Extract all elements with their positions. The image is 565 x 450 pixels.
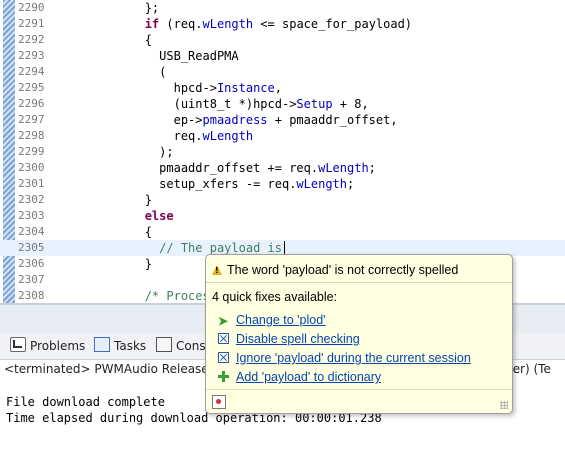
line-number: 2298 [18,129,45,142]
code-text: ); [58,145,174,159]
resize-grip-icon[interactable] [500,401,508,409]
line-number: 2294 [18,65,45,78]
code-line[interactable]: 2294 ( [0,64,565,80]
tab-problems[interactable]: Problems [10,337,85,355]
add-icon [218,371,229,382]
line-number: 2302 [18,193,45,206]
code-line[interactable]: 2300 pmaaddr_offset += req.wLength; [0,160,565,176]
line-number: 2308 [18,289,45,302]
code-line[interactable]: 2304 { [0,224,565,240]
code-text: ( [58,65,167,79]
fix-ignore-link[interactable]: Ignore 'payload' during the current sess… [236,351,471,365]
code-text: (uint8_t *)hpcd->Setup + 8, [58,97,369,111]
code-text: USB_ReadPMA [58,49,239,63]
code-text: ep->pmaadress + pmaaddr_offset, [58,113,398,127]
code-text: { [58,33,152,47]
code-text: /* Proces [144,289,210,303]
code-line[interactable]: 2293 USB_ReadPMA [0,48,565,64]
line-number: 2296 [18,97,45,110]
ignore-icon [218,352,229,363]
code-line[interactable]: 2296 (uint8_t *)hpcd->Setup + 8, [0,96,565,112]
code-line[interactable]: 2302 } [0,192,565,208]
code-text: else [144,209,174,223]
line-number: 2304 [18,225,45,238]
quick-fix-count: 4 quick fixes available: [212,290,338,304]
fix-add-to-dictionary[interactable]: Add 'payload' to dictionary [218,370,381,384]
code-line[interactable]: 2295 hpcd->Instance, [0,80,565,96]
line-number: 2307 [18,273,45,286]
fix-ignore-session[interactable]: Ignore 'payload' during the current sess… [218,351,471,365]
code-line[interactable]: 2301 setup_xfers -= req.wLength; [0,176,565,192]
problems-icon [10,337,26,352]
fix-disable-link[interactable]: Disable spell checking [236,332,360,346]
line-number: 2290 [18,1,45,14]
code-line[interactable]: 2303 else [0,208,565,224]
code-line[interactable]: 2298 req.wLength [0,128,565,144]
code-line[interactable]: 2291 if (req.wLength <= space_for_payloa… [0,16,565,32]
code-text: } [58,257,152,271]
code-line[interactable]: 2297 ep->pmaadress + pmaaddr_offset, [0,112,565,128]
fix-disable-spell-checking[interactable]: Disable spell checking [218,332,360,346]
fix-change-to-plod[interactable]: ➤ Change to 'plod' [218,313,326,327]
code-text: setup_xfers -= req.wLength; [58,177,355,191]
tab-tasks-label: Tasks [114,339,147,353]
code-text: req.wLength [58,129,254,143]
line-number: 2301 [18,177,45,190]
code-line[interactable]: 2292 { [0,32,565,48]
code-text: } [58,193,152,207]
tasks-icon [94,337,110,352]
warning-icon [212,265,222,275]
fix-add-link[interactable]: Add 'payload' to dictionary [236,370,381,384]
popup-footer-divider [206,389,512,390]
console-icon [156,337,172,352]
fix-change-link[interactable]: Change to 'plod' [236,313,326,327]
line-number: 2306 [18,257,45,270]
code-text: if (req.wLength <= space_for_payload) [144,17,413,31]
popup-title-text: The word 'payload' is not correctly spel… [227,263,459,277]
console-title-left: <terminated> PWMAudio Release [4,362,209,376]
line-number: 2299 [18,145,45,158]
line-number: 2293 [18,49,45,62]
popup-settings-icon[interactable] [212,395,226,409]
line-number: 2303 [18,209,45,222]
change-icon: ➤ [218,314,229,328]
popup-divider [206,282,512,283]
line-number: 2300 [18,161,45,174]
line-number: 2291 [18,17,45,30]
popup-title: The word 'payload' is not correctly spel… [212,263,458,277]
line-number: 2297 [18,113,45,126]
tab-tasks[interactable]: Tasks [94,337,146,355]
quick-fix-popup: The word 'payload' is not correctly spel… [205,254,513,414]
code-text: }; [58,1,160,15]
code-line[interactable]: 2299 ); [0,144,565,160]
line-number: 2292 [18,33,45,46]
code-text: pmaaddr_offset += req.wLength; [58,161,376,175]
code-line[interactable]: 2290 }; [0,0,565,16]
line-number: 2305 [18,241,45,254]
code-text: hpcd->Instance, [58,81,282,95]
code-text: { [58,225,152,239]
line-number: 2295 [18,81,45,94]
tab-problems-label: Problems [30,339,86,353]
disable-icon [218,333,229,344]
